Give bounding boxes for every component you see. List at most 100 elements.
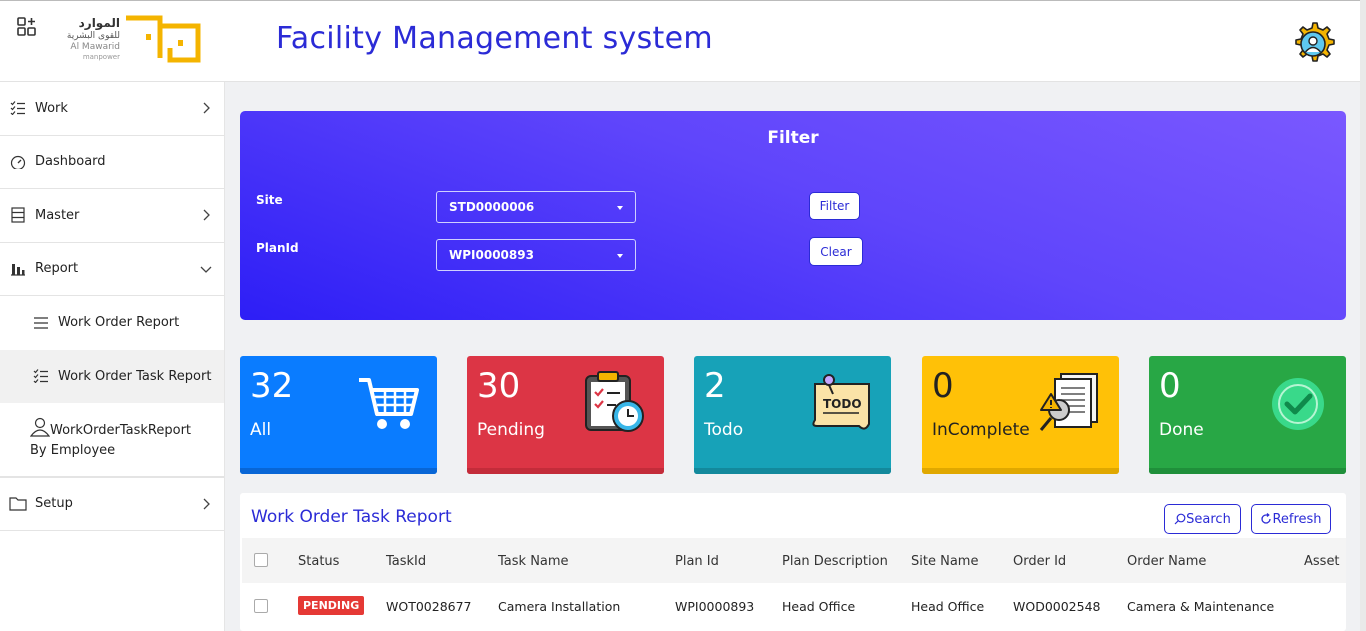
sidebar-item-label: Work Order Task Report xyxy=(58,368,212,384)
chevron-right-icon xyxy=(203,498,210,510)
filter-button[interactable]: Filter xyxy=(809,192,860,220)
clipboard-clock-icon xyxy=(585,371,644,432)
logo-english-name: Al Mawarid xyxy=(70,42,120,52)
refresh-button[interactable]: Refresh xyxy=(1251,504,1331,534)
status-badge: PENDING xyxy=(298,596,365,615)
card-count: 32 xyxy=(250,366,294,406)
logo-arabic-name: الموارد xyxy=(78,16,120,30)
chevron-down-icon xyxy=(200,266,212,273)
top-header: الموارد للقوى البشرية Al Mawarid manpowe… xyxy=(0,0,1366,82)
page-scrollbar[interactable] xyxy=(1360,0,1366,631)
card-bar xyxy=(240,468,437,474)
cell-task-name: Camera Installation xyxy=(498,599,621,614)
user-settings-icon[interactable] xyxy=(1290,21,1336,67)
card-pending[interactable]: 30 Pending xyxy=(467,356,664,474)
chevron-right-icon xyxy=(203,102,210,114)
cell-plan-description: Head Office xyxy=(782,599,856,614)
cell-site-name: Head Office xyxy=(911,599,985,614)
sidebar-item-dashboard[interactable]: Dashboard xyxy=(0,136,224,189)
search-button[interactable]: Search xyxy=(1164,504,1241,534)
refresh-button-label: Refresh xyxy=(1272,511,1322,527)
clear-button[interactable]: Clear xyxy=(809,237,863,266)
card-bar xyxy=(467,468,664,474)
cell-task-id: WOT0028677 xyxy=(386,599,472,614)
card-count: 30 xyxy=(477,366,521,406)
refresh-icon xyxy=(1261,513,1272,524)
sidebar-item-label-line2: By Employee xyxy=(30,443,116,458)
sidebar-item-label: Report xyxy=(35,261,79,277)
card-incomplete[interactable]: 0 InComplete xyxy=(922,356,1119,474)
column-header[interactable]: Status xyxy=(298,554,339,569)
card-label: Done xyxy=(1159,420,1204,440)
column-header[interactable]: Asset xyxy=(1304,554,1340,569)
plan-id-select[interactable]: WPI0000893 xyxy=(436,239,636,271)
select-all-checkbox[interactable] xyxy=(254,553,268,567)
sidebar-item-label-wrap: WorkOrderTaskReport By Employee xyxy=(29,417,192,461)
shopping-cart-icon xyxy=(359,378,419,429)
sidebar-item-label: Dashboard xyxy=(35,154,106,170)
logo-mark-icon xyxy=(126,15,201,63)
table-row[interactable]: PENDING WOT0028677 Camera Installation W… xyxy=(242,583,1346,631)
cell-plan-id: WPI0000893 xyxy=(675,599,755,614)
card-label: All xyxy=(250,420,272,440)
document-warning-icon xyxy=(1039,373,1098,431)
sidebar-item-label: WorkOrderTaskReport xyxy=(50,423,192,438)
card-bar xyxy=(694,468,891,474)
sidebar-item-setup[interactable]: Setup xyxy=(0,477,224,531)
checklist-icon xyxy=(32,367,50,385)
card-label: Todo xyxy=(704,420,744,440)
sidebar-item-label: Work Order Report xyxy=(58,315,180,331)
sidebar-item-work-order-report[interactable]: Work Order Report xyxy=(0,296,224,350)
table-header: Status TaskId Task Name Plan Id Plan Des… xyxy=(242,538,1346,583)
table-title: Work Order Task Report xyxy=(251,507,452,527)
card-label: InComplete xyxy=(932,420,1030,440)
sidebar: Work Dashboard Master Report Work Order … xyxy=(0,82,225,631)
dropdown-caret-icon xyxy=(617,254,623,258)
filter-panel: Filter Site STD0000006 PlanId WPI0000893… xyxy=(240,111,1346,320)
chevron-right-icon xyxy=(203,209,210,221)
sidebar-item-report[interactable]: Report xyxy=(0,243,224,296)
sidebar-item-label: Work xyxy=(35,100,68,116)
column-header[interactable]: Task Name xyxy=(498,554,569,569)
card-bar xyxy=(1149,468,1346,474)
card-all[interactable]: 32 All xyxy=(240,356,437,474)
card-todo[interactable]: 2 Todo TODO xyxy=(694,356,891,474)
cell-order-id: WOD0002548 xyxy=(1013,599,1101,614)
column-header[interactable]: Order Id xyxy=(1013,554,1066,569)
search-button-label: Search xyxy=(1186,511,1231,527)
column-header[interactable]: Plan Id xyxy=(675,554,719,569)
sidebar-item-work-order-task-report[interactable]: Work Order Task Report xyxy=(0,349,224,403)
master-list-icon xyxy=(9,206,27,224)
plan-id-select-value: WPI0000893 xyxy=(449,248,534,262)
checklist-icon xyxy=(9,99,27,117)
logo-english-subtitle: manpower xyxy=(82,53,120,61)
card-count: 0 xyxy=(1159,366,1181,406)
column-header[interactable]: TaskId xyxy=(386,554,426,569)
card-count: 2 xyxy=(704,366,726,406)
sidebar-item-label: Setup xyxy=(35,496,73,512)
card-done[interactable]: 0 Done xyxy=(1149,356,1346,474)
apps-grid-icon[interactable] xyxy=(17,17,37,37)
column-header[interactable]: Order Name xyxy=(1127,554,1206,569)
task-report-panel: Work Order Task Report Search Refresh St… xyxy=(240,493,1346,631)
check-circle-icon xyxy=(1272,378,1324,430)
cell-order-name: Camera & Maintenance xyxy=(1127,599,1275,614)
logo-arabic-subtitle: للقوى البشرية xyxy=(66,31,120,41)
site-label: Site xyxy=(256,193,283,207)
sidebar-item-task-report-by-employee[interactable]: WorkOrderTaskReport By Employee xyxy=(0,403,224,477)
row-checkbox[interactable] xyxy=(254,599,268,613)
card-bar xyxy=(922,468,1119,474)
todo-note-icon: TODO xyxy=(812,374,870,430)
speedometer-icon xyxy=(9,153,27,171)
column-header[interactable]: Plan Description xyxy=(782,554,888,569)
sidebar-item-master[interactable]: Master xyxy=(0,189,224,243)
app-title: Facility Management system xyxy=(276,21,713,56)
svg-text:TODO: TODO xyxy=(823,397,862,411)
search-icon xyxy=(1174,513,1186,525)
column-header[interactable]: Site Name xyxy=(911,554,978,569)
site-select[interactable]: STD0000006 xyxy=(436,191,636,223)
dropdown-caret-icon xyxy=(617,206,623,210)
bar-chart-icon xyxy=(9,260,27,278)
menu-lines-icon xyxy=(32,314,50,332)
sidebar-item-work[interactable]: Work xyxy=(0,82,224,136)
